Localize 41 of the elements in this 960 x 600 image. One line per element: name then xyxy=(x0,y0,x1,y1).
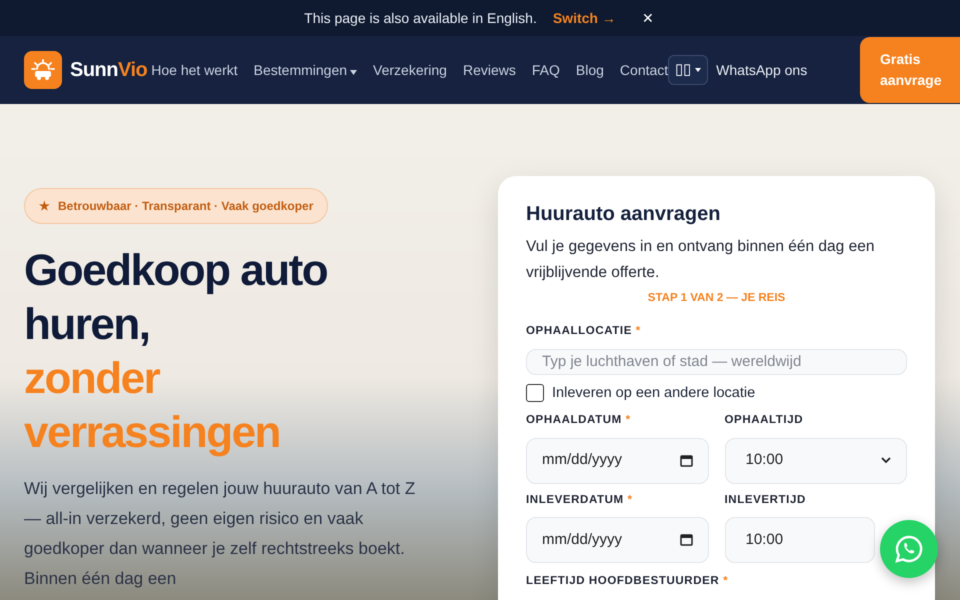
nav-link[interactable]: Blog xyxy=(576,60,604,80)
sun-car-logo-icon xyxy=(24,51,62,89)
close-button[interactable]: ✕ xyxy=(640,8,656,28)
form-subtitle: Vul je gegevens in en ontvang binnen één dag een vrijblijvende offerte. xyxy=(526,237,876,283)
field-label: OPHAALLOCATIE * xyxy=(526,324,642,340)
time-select[interactable]: 10:00 xyxy=(724,516,874,563)
field-label: LEEFTIJD HOOFDBESTUURDER * xyxy=(526,574,730,589)
checkbox-label: Inleveren op een andere locatie xyxy=(552,384,756,402)
nav-link[interactable]: Bestemmingen xyxy=(254,60,358,80)
step-indicator: STAP 1 VAN 2 — JE REIS xyxy=(646,291,786,306)
form-title: Huurauto aanvragen xyxy=(526,202,722,226)
caret-icon xyxy=(350,70,358,74)
location-field[interactable]: Typ je luchthaven of stad — wereldwijd xyxy=(526,348,907,374)
headline: Goedkoop auto huren, zonder verrassingen xyxy=(24,245,328,459)
field-label: OPHAALDATUM * xyxy=(526,413,632,428)
whatsapp-link[interactable]: WhatsApp ons xyxy=(716,60,808,80)
chevron-down-icon xyxy=(881,457,891,464)
language-selector[interactable]: ▯▯ xyxy=(668,55,708,85)
field-label: INLEVERTIJD xyxy=(724,492,807,508)
field-label: INLEVERDATUM * xyxy=(526,492,634,508)
brand-name: SunnVio xyxy=(70,58,148,83)
nav-link[interactable]: Contact xyxy=(620,60,668,80)
date-field[interactable]: mm/dd/yyyy xyxy=(526,438,708,484)
flag-icon: ▯▯ xyxy=(675,58,692,82)
checkbox[interactable] xyxy=(526,384,544,402)
star-icon: ★ xyxy=(39,197,50,215)
caret-icon xyxy=(695,68,702,72)
date-field[interactable]: mm/dd/yyyy xyxy=(526,516,708,563)
chat-phone-icon xyxy=(894,534,924,564)
nav-link[interactable]: Verzekering xyxy=(373,60,447,80)
banner-message: This page is also available in English. xyxy=(304,8,537,28)
time-select[interactable]: 10:00 xyxy=(724,438,907,484)
calendar-icon xyxy=(680,454,692,467)
badge-text: Betrouwbaar · Transparant · Vaak goedkoper xyxy=(58,198,314,215)
calendar-icon xyxy=(680,533,692,546)
field-label: OPHAALTIJD xyxy=(724,413,804,428)
intro-text: Wij vergelijken en regelen jouw huurauto van A tot Z — all-in verzekerd, geen eigen risico en vaak goedkoper dan wanneer je zelf rechtstreeks boekt. Binnen één dag een xyxy=(24,478,416,590)
nav-link[interactable]: FAQ xyxy=(532,60,560,80)
switch-language-link[interactable]: Switch → xyxy=(552,8,616,28)
nav-link[interactable]: Reviews xyxy=(462,60,516,80)
nav-link[interactable]: Hoe het werkt xyxy=(151,60,238,80)
